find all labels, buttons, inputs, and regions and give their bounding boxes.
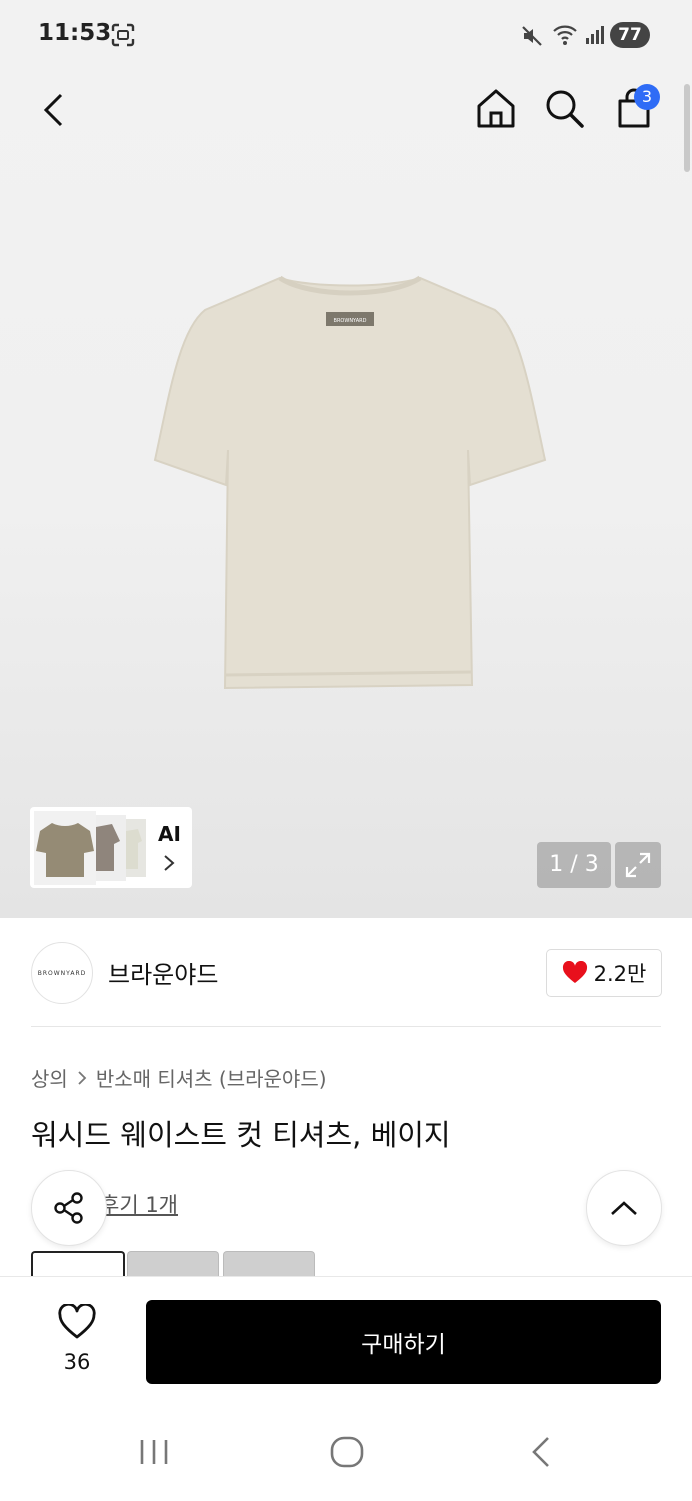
home-button[interactable]	[472, 84, 520, 132]
product-title: 워시드 웨이스트 컷 티셔츠, 베이지	[31, 1118, 451, 1152]
back-nav-icon[interactable]	[526, 1434, 554, 1470]
ai-label: AI	[158, 822, 181, 846]
buy-button[interactable]: 구매하기	[146, 1300, 661, 1384]
share-icon	[54, 1192, 83, 1224]
search-icon	[546, 90, 584, 128]
chevron-right-icon	[164, 855, 175, 871]
battery-indicator: 77	[610, 22, 650, 48]
heart-icon	[562, 961, 587, 983]
thumbnail-stack	[34, 811, 146, 885]
home-nav-icon[interactable]	[328, 1434, 366, 1470]
mute-icon	[522, 26, 542, 46]
wishlist-button[interactable]	[52, 1300, 102, 1344]
option-tile[interactable]	[223, 1251, 315, 1278]
divider	[31, 1026, 661, 1027]
image-counter: 1 / 3	[537, 842, 611, 888]
breadcrumb: 상의 반소매 티셔츠 (브라운야드)	[31, 1063, 327, 1092]
home-icon	[477, 89, 515, 128]
signal-icon	[586, 26, 604, 44]
expand-icon	[625, 852, 651, 878]
brand-like-count: 2.2만	[593, 962, 647, 986]
brand-name[interactable]: 브라운야드	[108, 955, 218, 990]
wifi-icon	[553, 25, 577, 45]
recent-apps-icon[interactable]	[136, 1436, 172, 1468]
heart-icon	[58, 1304, 96, 1339]
product-label-text: BROWNYARD	[334, 318, 367, 324]
back-button[interactable]	[30, 86, 78, 134]
status-time: 11:53	[38, 20, 112, 46]
ai-similar-products-card[interactable]: AI	[30, 807, 192, 888]
expand-button[interactable]	[615, 842, 661, 888]
screenshot-icon	[111, 23, 135, 47]
back-icon	[43, 93, 63, 127]
breadcrumb-category[interactable]: 상의	[31, 1063, 68, 1092]
search-button[interactable]	[540, 84, 588, 132]
product-image: BROWNYARD	[153, 275, 547, 690]
option-tile[interactable]	[31, 1251, 125, 1279]
chevron-right-icon	[78, 1070, 87, 1085]
scrollbar[interactable]	[684, 84, 690, 172]
cart-count-badge: 3	[634, 84, 660, 110]
breadcrumb-subcategory[interactable]: 반소매 티셔츠 (브라운야드)	[96, 1063, 327, 1092]
share-button[interactable]	[31, 1170, 107, 1246]
wishlist-count: 36	[63, 1350, 91, 1374]
brand-logo[interactable]: BROWNYARD	[31, 942, 93, 1004]
review-link[interactable]: 후기 1개	[100, 1189, 178, 1219]
option-tile[interactable]	[127, 1251, 219, 1278]
brand-like-button[interactable]: 2.2만	[546, 949, 662, 997]
chevron-up-icon	[611, 1201, 637, 1215]
scroll-top-button[interactable]	[586, 1170, 662, 1246]
